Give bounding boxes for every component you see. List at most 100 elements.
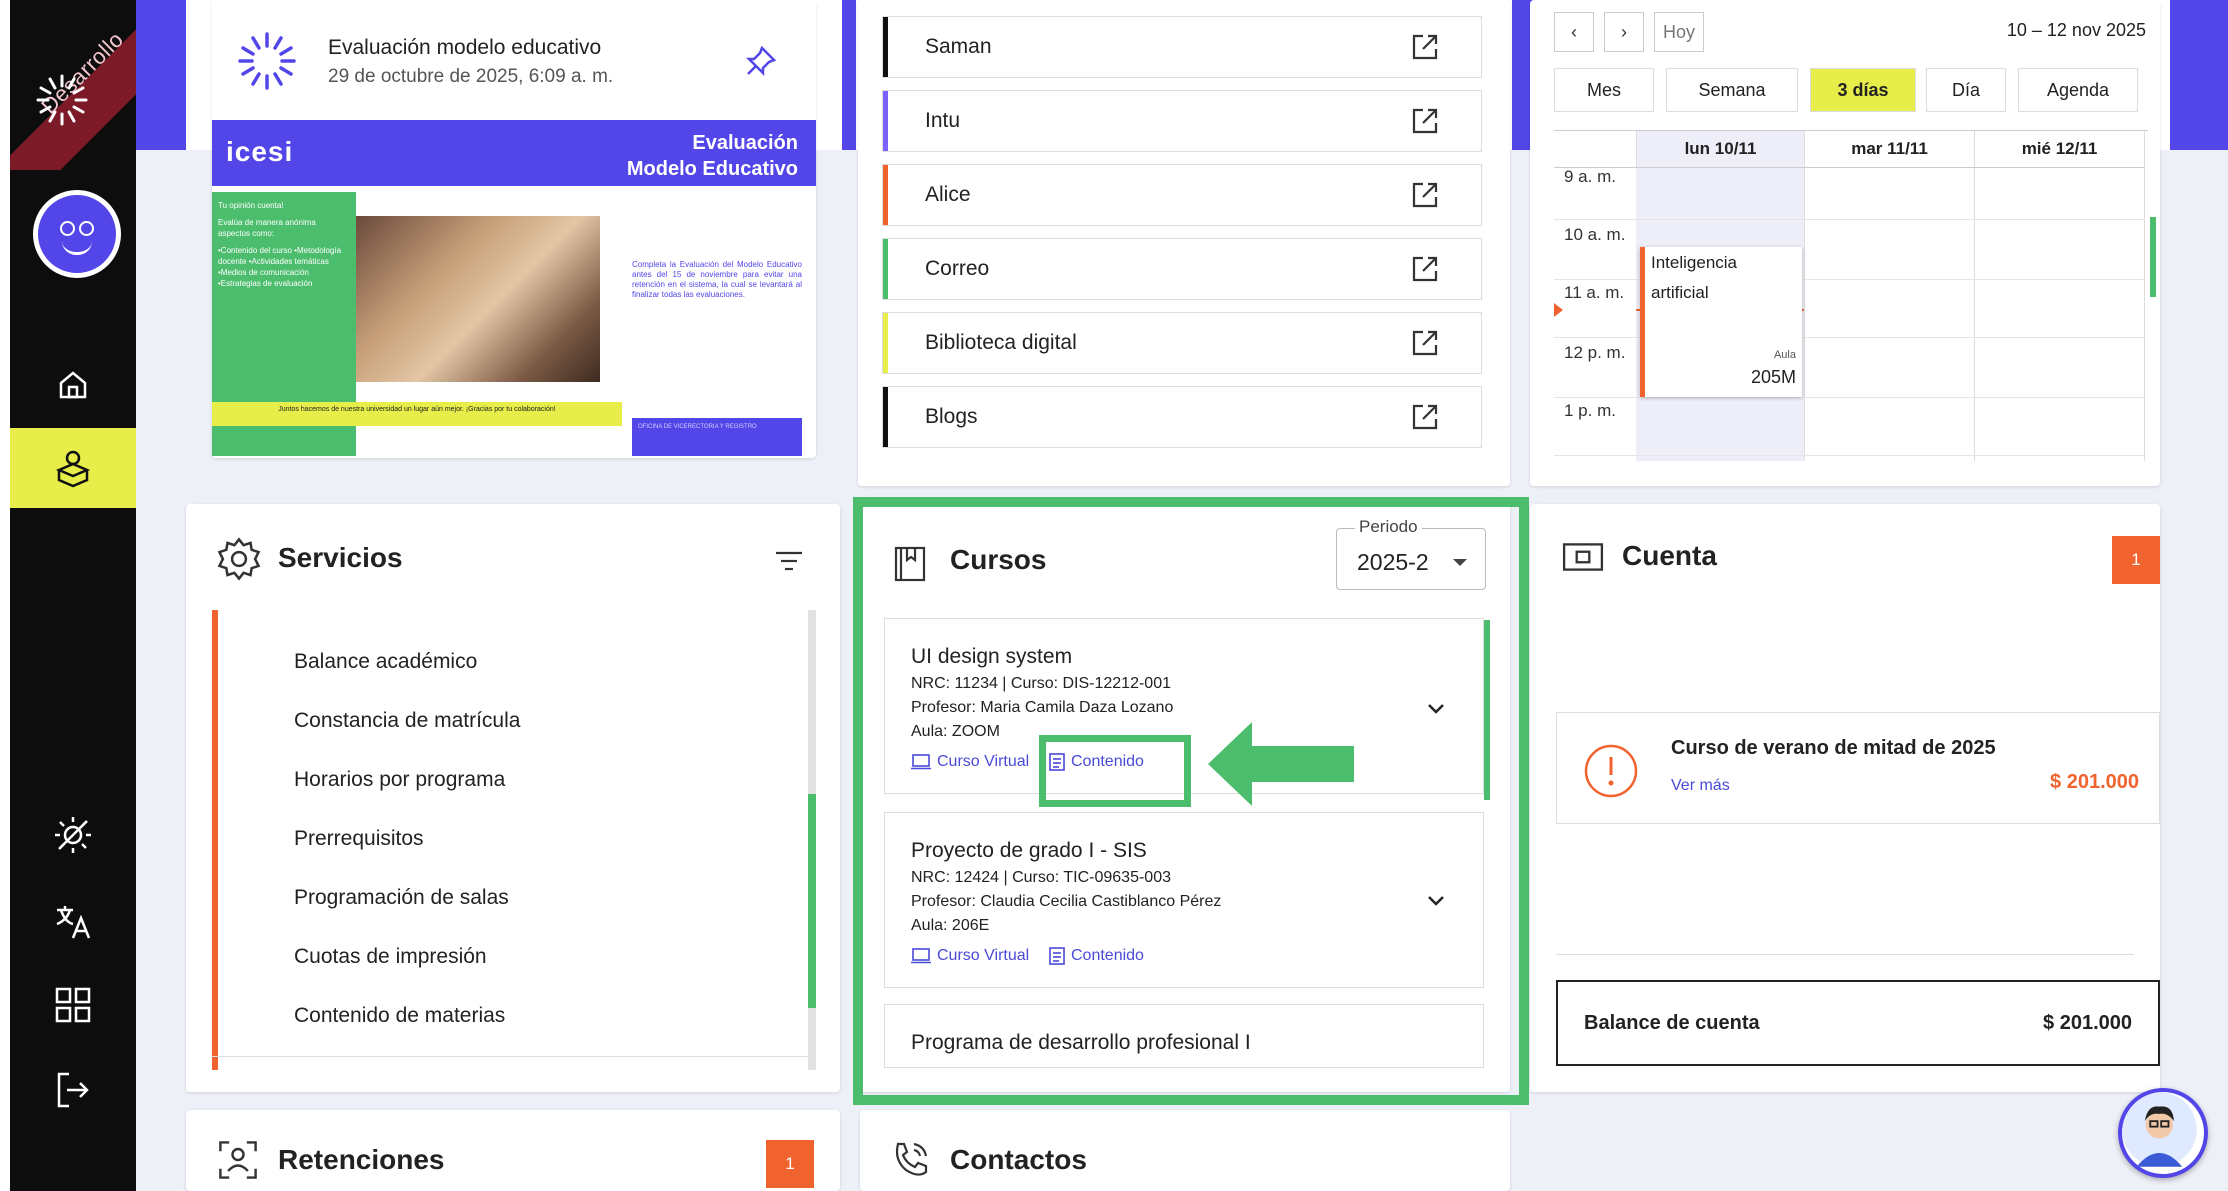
banner-footer: OFICINA DE VICERECTORIA Y REGISTRO	[632, 418, 802, 456]
service-item[interactable]: Programación de salas	[294, 886, 509, 910]
calendar-range: 10 – 12 nov 2025	[2006, 20, 2146, 40]
service-item[interactable]: Constancia de matrícula	[294, 709, 520, 733]
user-frame-icon	[219, 1141, 257, 1179]
banner-title: Evaluación Modelo Educativo	[626, 132, 798, 180]
accent-strip	[2170, 0, 2228, 150]
calendar-next-button[interactable]: ›	[1604, 12, 1644, 52]
external-link-icon	[1412, 182, 1438, 208]
quick-links-card: Saman Intu Alice Correo Biblioteca digital Bl…	[858, 0, 1510, 486]
external-link-icon	[1412, 404, 1438, 430]
calendar-day-header: mar 11/11	[1804, 131, 1974, 167]
apps-grid-icon	[55, 987, 91, 1023]
service-item[interactable]: Balance académico	[294, 650, 477, 674]
quick-link-item[interactable]: Correo	[882, 238, 1482, 300]
retentions-badge: 1	[766, 1140, 814, 1188]
calendar-time-label: 1 p. m.	[1564, 401, 1616, 420]
calendar-view-button[interactable]: Agenda	[2018, 68, 2138, 112]
banner-thanks-text: Juntos hacemos de nuestra universidad un…	[212, 402, 622, 426]
quick-link-item[interactable]: Alice	[882, 164, 1482, 226]
external-link-icon	[1412, 108, 1438, 134]
sidebar: Desarrollo	[10, 0, 136, 1191]
service-item[interactable]: Horarios por programa	[294, 768, 505, 792]
retentions-title: Retenciones	[278, 1144, 445, 1175]
quick-link-label: Alice	[925, 183, 971, 206]
debt-title: Curso de verano de mitad de 2025	[1671, 737, 1996, 759]
support-assistant-button[interactable]	[2118, 1088, 2208, 1178]
calendar-time-label: 10 a. m.	[1564, 225, 1626, 244]
contacts-card: Contactos	[860, 1110, 1510, 1191]
theme-toggle-icon	[55, 817, 91, 853]
calendar-today-button[interactable]: Hoy	[1654, 12, 1704, 52]
link-color-bar	[883, 387, 888, 447]
apps-button[interactable]	[10, 965, 136, 1045]
calendar-view-button[interactable]: 3 días	[1810, 68, 1916, 112]
banner-logo: icesi	[226, 136, 294, 167]
university-logo-icon	[36, 74, 88, 126]
calendar-event[interactable]: Inteligencia artificial Aula 205M	[1640, 247, 1802, 397]
link-color-bar	[883, 91, 888, 151]
calendar-view-button[interactable]: Semana	[1666, 68, 1798, 112]
retentions-card: Retenciones 1	[186, 1110, 840, 1191]
assistant-avatar-icon	[2122, 1092, 2197, 1167]
account-balance: Balance de cuenta $ 201.000	[1556, 980, 2160, 1066]
quick-link-item[interactable]: Saman	[882, 16, 1482, 78]
quick-link-label: Correo	[925, 257, 990, 280]
service-item[interactable]: Contenido de materias	[294, 1004, 505, 1028]
balance-value: $ 201.000	[2043, 1012, 2132, 1034]
announcement-title: Evaluación modelo educativo	[328, 36, 602, 59]
arrow-left-icon	[1208, 722, 1354, 806]
external-link-icon	[1412, 330, 1438, 356]
calendar-grid: lun 10/11 mar 11/11 mié 12/11 9 a. m. 10…	[1554, 130, 2156, 461]
quick-link-label: Intu	[925, 109, 961, 132]
filter-icon[interactable]	[774, 546, 804, 576]
language-button[interactable]	[10, 882, 136, 962]
calendar-time-label: 11 a. m.	[1564, 283, 1625, 302]
link-color-bar	[883, 165, 888, 225]
quick-link-label: Saman	[925, 35, 992, 58]
pin-icon[interactable]	[744, 44, 778, 78]
calendar-time-label: 9 a. m.	[1564, 167, 1616, 186]
quick-link-label: Blogs	[925, 405, 978, 428]
calendar-time-label: 12 p. m.	[1564, 343, 1626, 362]
contacts-title: Contactos	[950, 1144, 1087, 1175]
services-card: Servicios Balance académico Constancia de…	[186, 504, 840, 1092]
link-color-bar	[883, 313, 888, 373]
service-item[interactable]: Cuotas de impresión	[294, 945, 487, 969]
quick-link-item[interactable]: Intu	[882, 90, 1482, 152]
calendar-view-button[interactable]: Día	[1926, 68, 2006, 112]
wallet-icon	[1562, 543, 1604, 571]
students-photo	[356, 216, 600, 382]
courses-highlight-outline	[853, 497, 1529, 1105]
services-title: Servicios	[278, 542, 403, 573]
banner-body-text: Completa la Evaluación del Modelo Educat…	[632, 260, 802, 299]
service-item[interactable]: Prerrequisitos	[294, 827, 424, 851]
debt-amount: $ 201.000	[2050, 771, 2139, 793]
logout-button[interactable]	[10, 1050, 136, 1130]
calendar-card: ‹ › Hoy 10 – 12 nov 2025 Mes Semana 3 días…	[1530, 0, 2160, 486]
external-link-icon	[1412, 256, 1438, 282]
university-logo-icon	[238, 32, 296, 90]
link-color-bar	[883, 239, 888, 299]
calendar-view-button[interactable]: Mes	[1554, 68, 1654, 112]
quick-link-item[interactable]: Biblioteca digital	[882, 312, 1482, 374]
logout-icon	[57, 1072, 89, 1108]
account-badge: 1	[2112, 536, 2160, 584]
calendar-prev-button[interactable]: ‹	[1554, 12, 1594, 52]
user-avatar[interactable]	[33, 190, 121, 278]
see-more-link[interactable]: Ver más	[1671, 777, 1730, 795]
accent-strip	[136, 0, 186, 150]
debt-item[interactable]: Curso de verano de mitad de 2025 Ver más…	[1556, 712, 2160, 824]
announcement-card[interactable]: Evaluación modelo educativo 29 de octubr…	[212, 0, 816, 458]
nav-academic[interactable]	[10, 428, 136, 508]
nav-home[interactable]	[10, 345, 136, 425]
alert-circle-icon	[1584, 744, 1638, 798]
balance-label: Balance de cuenta	[1584, 1012, 1760, 1034]
calendar-day-header: lun 10/11	[1636, 131, 1804, 167]
link-color-bar	[883, 17, 888, 77]
quick-link-item[interactable]: Blogs	[882, 386, 1482, 448]
quick-link-label: Biblioteca digital	[925, 331, 1077, 354]
calendar-day-header: mié 12/11	[1974, 131, 2144, 167]
theme-toggle-button[interactable]	[10, 795, 136, 875]
announcement-banner: icesi Evaluación Modelo Educativo Tu opi…	[212, 120, 816, 456]
accent-strip	[842, 0, 856, 150]
